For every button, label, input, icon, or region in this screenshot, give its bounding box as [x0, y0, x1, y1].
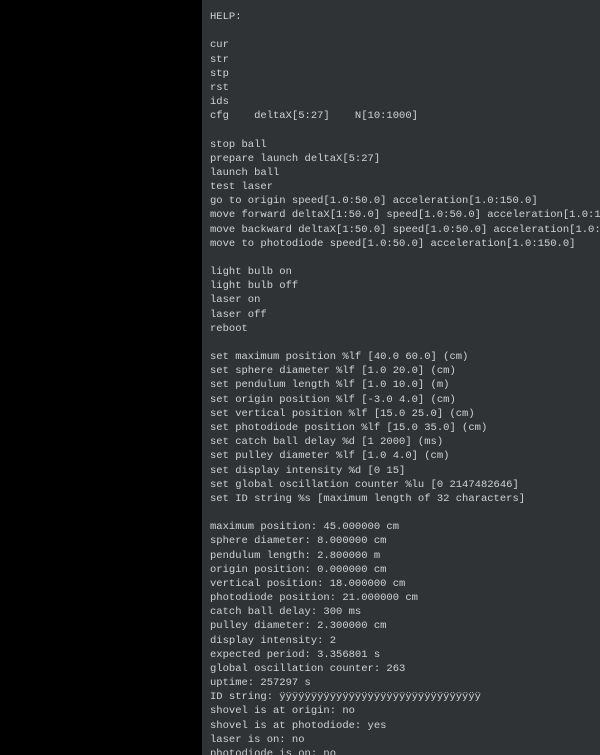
- terminal-line: set pendulum length %lf [1.0 10.0] (m): [210, 378, 592, 392]
- terminal-line: laser is on: no: [210, 733, 592, 747]
- terminal-line: [210, 251, 592, 265]
- terminal-line: set catch ball delay %d [1 2000] (ms): [210, 435, 592, 449]
- terminal-line: set photodiode position %lf [15.0 35.0] …: [210, 421, 592, 435]
- terminal-line: set pulley diameter %lf [1.0 4.0] (cm): [210, 449, 592, 463]
- terminal-line: pulley diameter: 2.300000 cm: [210, 619, 592, 633]
- terminal-line: reboot: [210, 322, 592, 336]
- terminal-line: set ID string %s [maximum length of 32 c…: [210, 492, 592, 506]
- terminal-line: HELP:: [210, 10, 592, 24]
- terminal-line: stop ball: [210, 138, 592, 152]
- left-sidebar: [0, 0, 202, 755]
- terminal-line: global oscillation counter: 263: [210, 662, 592, 676]
- terminal-line: cur: [210, 38, 592, 52]
- terminal-line: move forward deltaX[1:50.0] speed[1.0:50…: [210, 208, 592, 222]
- terminal-line: sphere diameter: 8.000000 cm: [210, 534, 592, 548]
- terminal-line: photodiode position: 21.000000 cm: [210, 591, 592, 605]
- terminal-line: shovel is at photodiode: yes: [210, 719, 592, 733]
- terminal-output[interactable]: HELP: curstrstprstidscfg deltaX[5:27] N[…: [202, 0, 600, 755]
- terminal-line: [210, 336, 592, 350]
- terminal-line: laser on: [210, 293, 592, 307]
- terminal-line: set sphere diameter %lf [1.0 20.0] (cm): [210, 364, 592, 378]
- app-layout: HELP: curstrstprstidscfg deltaX[5:27] N[…: [0, 0, 600, 755]
- terminal-line: go to origin speed[1.0:50.0] acceleratio…: [210, 194, 592, 208]
- terminal-line: stp: [210, 67, 592, 81]
- terminal-line: prepare launch deltaX[5:27]: [210, 152, 592, 166]
- terminal-line: expected period: 3.356801 s: [210, 648, 592, 662]
- terminal-line: move to photodiode speed[1.0:50.0] accel…: [210, 237, 592, 251]
- terminal-line: display intensity: 2: [210, 634, 592, 648]
- terminal-line: origin position: 0.000000 cm: [210, 563, 592, 577]
- terminal-line: [210, 123, 592, 137]
- terminal-line: test laser: [210, 180, 592, 194]
- terminal-line: ids: [210, 95, 592, 109]
- terminal-line: photodiode is on: no: [210, 747, 592, 755]
- terminal-line: set display intensity %d [0 15]: [210, 464, 592, 478]
- terminal-line: pendulum length: 2.800000 m: [210, 549, 592, 563]
- terminal-line: set origin position %lf [-3.0 4.0] (cm): [210, 393, 592, 407]
- terminal-line: [210, 24, 592, 38]
- terminal-line: set global oscillation counter %lu [0 21…: [210, 478, 592, 492]
- terminal-line: str: [210, 53, 592, 67]
- terminal-line: uptime: 257297 s: [210, 676, 592, 690]
- terminal-line: set vertical position %lf [15.0 25.0] (c…: [210, 407, 592, 421]
- terminal-line: catch ball delay: 300 ms: [210, 605, 592, 619]
- terminal-line: set maximum position %lf [40.0 60.0] (cm…: [210, 350, 592, 364]
- terminal-line: light bulb off: [210, 279, 592, 293]
- terminal-line: launch ball: [210, 166, 592, 180]
- terminal-line: vertical position: 18.000000 cm: [210, 577, 592, 591]
- terminal-line: light bulb on: [210, 265, 592, 279]
- terminal-line: ID string: ÿÿÿÿÿÿÿÿÿÿÿÿÿÿÿÿÿÿÿÿÿÿÿÿÿÿÿÿÿ…: [210, 690, 592, 704]
- terminal-line: cfg deltaX[5:27] N[10:1000]: [210, 109, 592, 123]
- terminal-line: move backward deltaX[1:50.0] speed[1.0:5…: [210, 223, 592, 237]
- terminal-line: shovel is at origin: no: [210, 704, 592, 718]
- terminal-line: laser off: [210, 308, 592, 322]
- terminal-line: maximum position: 45.000000 cm: [210, 520, 592, 534]
- terminal-line: rst: [210, 81, 592, 95]
- terminal-line: [210, 506, 592, 520]
